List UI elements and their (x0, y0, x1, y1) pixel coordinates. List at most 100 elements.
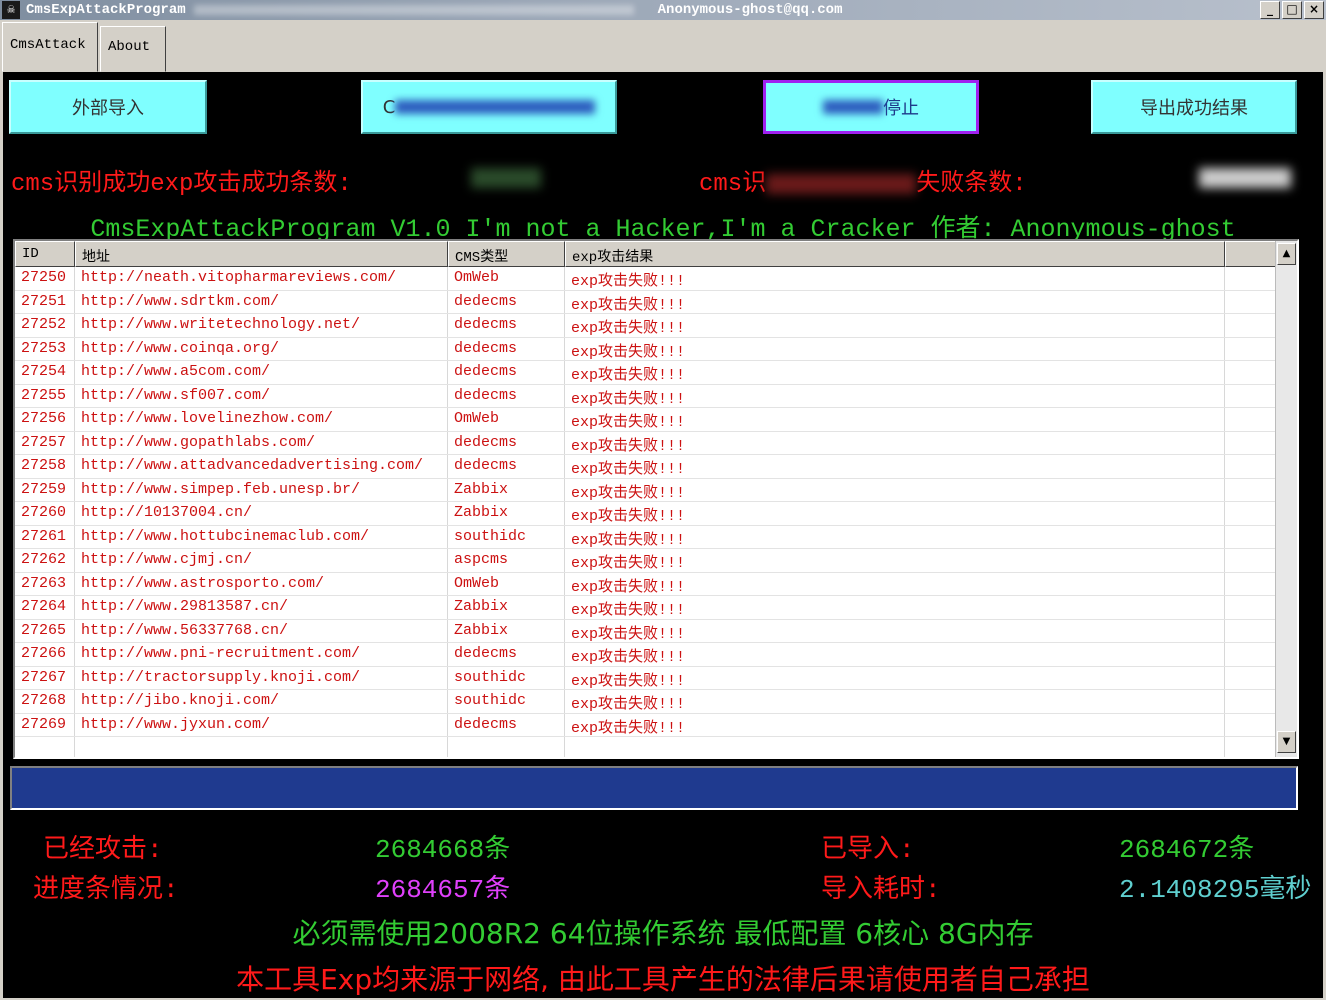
import-button[interactable]: 外部导入 (9, 80, 207, 134)
column-id[interactable]: ID (15, 241, 75, 267)
cell-id: 27258 (15, 455, 75, 478)
table-row[interactable]: 27267 http://tractorsupply.knoji.com/sout… (15, 666, 1277, 690)
cell-filler (1225, 290, 1277, 313)
cell-url: http://www.gopathlabs.com/ (75, 431, 448, 454)
fail-label-redacted (766, 173, 917, 194)
cell-exp-result: exp攻击失败!!! (565, 290, 1225, 313)
table-row[interactable]: 27259 http://www.simpep.feb.unesp.br/Zabb… (15, 478, 1277, 502)
cell-exp-result: exp攻击失败!!! (565, 431, 1225, 454)
table-row[interactable]: 27268 http://jibo.knoji.com/southidc exp攻击… (15, 690, 1277, 714)
column-exp-result[interactable]: exp攻击结果 (565, 241, 1225, 267)
progress-bar-fill (12, 768, 1296, 808)
scroll-up-icon[interactable]: ▲ (1277, 243, 1296, 265)
cell-filler (1225, 666, 1277, 689)
table-row[interactable]: 27264 http://www.29813587.cn/Zabbix exp攻击失… (15, 596, 1277, 620)
cell-cms-type: southidc (448, 666, 565, 689)
cell-filler (1225, 525, 1277, 548)
cell-exp-result: exp攻击失败!!! (565, 455, 1225, 478)
cell-url: http://www.sdrtkm.com/ (75, 290, 448, 313)
cell-cms-type: Zabbix (448, 596, 565, 619)
legal-disclaimer: 本工具Exp均来源于网络, 由此工具产生的法律后果请使用者自己承担 (236, 963, 1090, 996)
table-row[interactable]: 27250 http://neath.vitopharmareviews.com/… (15, 267, 1277, 291)
cell-filler (1225, 314, 1277, 337)
table-row[interactable]: 27256 http://www.lovelinezhow.com/OmWeb ex… (15, 408, 1277, 432)
cell-exp-result: exp攻击失败!!! (565, 267, 1225, 290)
cell-cms-type: dedecms (448, 384, 565, 407)
cell-exp-result: exp攻击失败!!! (565, 525, 1225, 548)
table-row[interactable]: 27252 http://www.writetechnology.net/dede… (15, 314, 1277, 338)
cell-id: 27262 (15, 549, 75, 572)
fail-label-suffix: 失败条数: (916, 171, 1027, 198)
table-row[interactable]: 27257 http://www.gopathlabs.com/dedecms ex… (15, 431, 1277, 455)
cell-exp-result: exp攻击失败!!! (565, 549, 1225, 572)
scroll-down-icon[interactable]: ▼ (1277, 731, 1296, 753)
imported-value: 2684672条 (1119, 835, 1255, 865)
progress-value: 2684657条 (375, 875, 511, 905)
tab-about[interactable]: About (100, 26, 166, 72)
stop-button[interactable]: 停止 (763, 80, 979, 134)
cell-filler (1225, 267, 1277, 290)
table-header: ID 地址 CMS类型 exp攻击结果 (15, 241, 1277, 267)
cell-cms-type: dedecms (448, 455, 565, 478)
cell-url: http://www.astrosporto.com/ (75, 572, 448, 595)
attacked-value: 2684668条 (375, 835, 511, 865)
table-row[interactable]: 27265 http://www.56337768.cn/Zabbix exp攻击失… (15, 619, 1277, 643)
cell-id: 27257 (15, 431, 75, 454)
column-cms-type[interactable]: CMS类型 (448, 241, 565, 267)
start-button[interactable]: C (361, 80, 617, 134)
cell-url: http://tractorsupply.knoji.com/ (75, 666, 448, 689)
cell-url: http://www.coinqa.org/ (75, 337, 448, 360)
table-row[interactable]: 27258 http://www.attadvancedadvertising.c… (15, 455, 1277, 479)
table-row[interactable]: 27253 http://www.coinqa.org/dedecms exp攻击失… (15, 337, 1277, 361)
table-row[interactable]: 27263 http://www.astrosporto.com/OmWeb exp… (15, 572, 1277, 596)
progress-bar (10, 766, 1298, 810)
stop-button-redacted (823, 100, 883, 114)
cell-filler (1225, 455, 1277, 478)
cell-filler (1225, 713, 1277, 736)
maximize-button[interactable]: □ (1282, 1, 1302, 19)
import-button-label: 外部导入 (72, 98, 144, 119)
table-row[interactable]: 27255 http://www.sf007.com/dedecms exp攻击失败… (15, 384, 1277, 408)
attacked-label: 已经攻击: (43, 835, 163, 865)
tab-cmsattack[interactable]: CmsAttack (2, 22, 98, 72)
table-row[interactable]: 27261 http://www.hottubcinemaclub.com/sou… (15, 525, 1277, 549)
minimize-button[interactable]: _ (1260, 1, 1280, 19)
cell-filler (1225, 572, 1277, 595)
results-table[interactable]: ID 地址 CMS类型 exp攻击结果 27250 http://neath.vi… (13, 239, 1299, 759)
column-url[interactable]: 地址 (75, 241, 448, 267)
table-row[interactable]: 27254 http://www.a5com.com/dedecms exp攻击失败… (15, 361, 1277, 385)
cell-empty (15, 737, 75, 757)
cell-id: 27255 (15, 384, 75, 407)
table-row[interactable]: 27260 http://10137004.cn/Zabbix exp攻击失败!!! (15, 502, 1277, 526)
cell-id: 27265 (15, 619, 75, 642)
cell-exp-result: exp攻击失败!!! (565, 619, 1225, 642)
progress-label: 进度条情况: (33, 875, 179, 905)
table-row[interactable]: 27251 http://www.sdrtkm.com/dedecms exp攻击失… (15, 290, 1277, 314)
window-title: CmsExpAttackProgram (26, 2, 186, 18)
success-count-value-redacted (471, 168, 541, 188)
table-row[interactable]: 27266 http://www.pni-recruitment.com/dede… (15, 643, 1277, 667)
cell-cms-type: dedecms (448, 431, 565, 454)
cell-cms-type: OmWeb (448, 267, 565, 290)
elapsed-label: 导入耗时: (821, 875, 941, 905)
table-row[interactable]: 27269 http://www.jyxun.com/dedecms exp攻击失败… (15, 713, 1277, 737)
cell-exp-result: exp攻击失败!!! (565, 643, 1225, 666)
elapsed-value: 2.1408295毫秒 (1119, 875, 1312, 905)
table-scrollbar[interactable]: ▲ ▼ (1275, 241, 1297, 757)
cell-url: http://www.a5com.com/ (75, 361, 448, 384)
close-button[interactable]: × (1304, 1, 1324, 19)
app-icon: ☠ (2, 1, 20, 19)
export-button[interactable]: 导出成功结果 (1091, 80, 1297, 134)
cell-exp-result: exp攻击失败!!! (565, 596, 1225, 619)
cell-url: http://www.hottubcinemaclub.com/ (75, 525, 448, 548)
cell-url: http://www.cjmj.cn/ (75, 549, 448, 572)
cell-id: 27254 (15, 361, 75, 384)
cell-exp-result: exp攻击失败!!! (565, 478, 1225, 501)
cell-filler (1225, 619, 1277, 642)
main-panel: 外部导入 C 停止 导出成功结果 cms识别成功exp攻击成功条数: cms识 失… (3, 72, 1323, 998)
cell-cms-type: Zabbix (448, 478, 565, 501)
cell-id: 27252 (15, 314, 75, 337)
cell-id: 27268 (15, 690, 75, 713)
fail-count-value-redacted (1199, 168, 1291, 188)
table-row[interactable]: 27262 http://www.cjmj.cn/aspcms exp攻击失败!!! (15, 549, 1277, 573)
